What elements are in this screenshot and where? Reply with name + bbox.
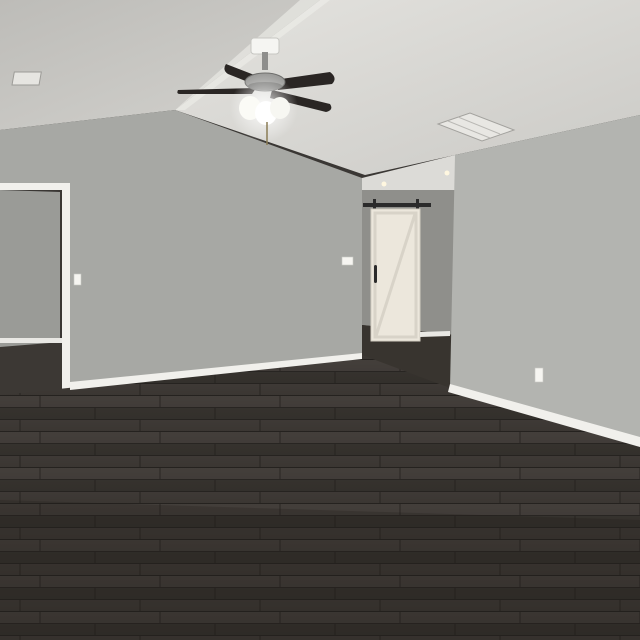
right-wall <box>450 115 640 440</box>
power-outlet[interactable] <box>534 367 544 383</box>
light-switch-plate[interactable] <box>73 273 82 286</box>
barn-door-handle[interactable] <box>374 265 377 283</box>
baseboard-hall <box>420 331 450 337</box>
empty-room-photo <box>0 0 640 640</box>
fan-light-globe <box>270 97 290 119</box>
left-room-floor <box>0 342 62 395</box>
thermostat[interactable] <box>341 256 354 266</box>
recessed-light <box>444 170 450 176</box>
left-room-baseboard <box>0 338 62 343</box>
recessed-light <box>381 181 387 187</box>
left-doorway-room <box>0 190 60 348</box>
floor-near-shading <box>0 500 640 640</box>
fan-downrod <box>262 52 268 70</box>
fan-canopy <box>250 37 280 55</box>
ceiling-vent-left <box>11 71 42 86</box>
room-illustration <box>0 0 640 640</box>
left-doorway-trim-top <box>0 183 70 190</box>
left-doorway-trim-side <box>62 185 70 390</box>
